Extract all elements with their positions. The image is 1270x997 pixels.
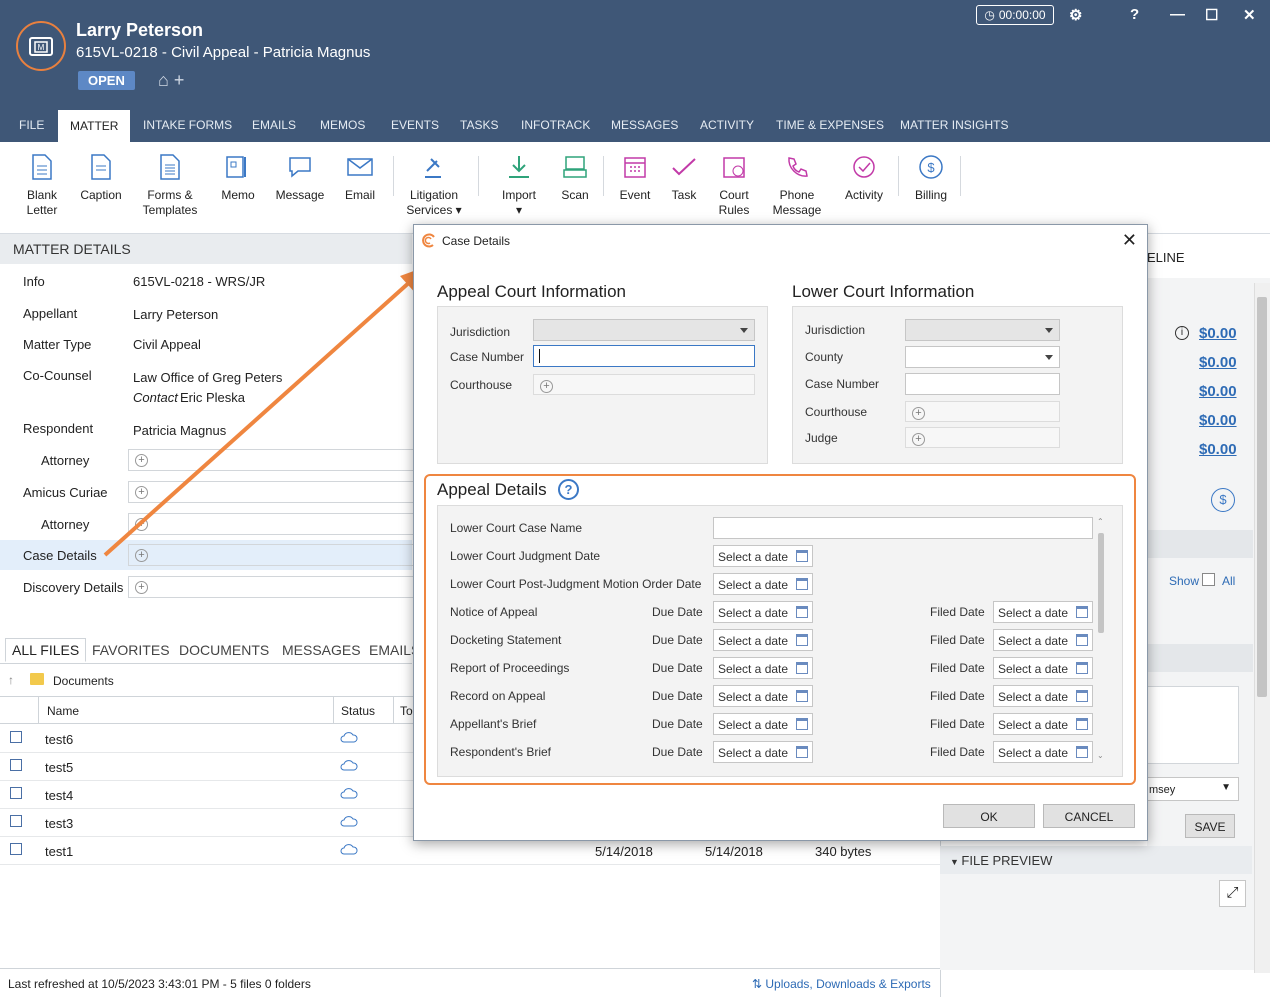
filed-date-picker[interactable]: Select a date	[993, 629, 1093, 651]
due-date-label: Due Date	[652, 605, 703, 619]
filed-date-label: Filed Date	[930, 633, 985, 647]
date-placeholder: Select a date	[718, 690, 789, 704]
due-date-label: Due Date	[652, 633, 703, 647]
scroll-down-icon[interactable]: ⌄	[1097, 751, 1104, 760]
record-on-appeal-label: Record on Appeal	[450, 689, 546, 703]
appeal-details-scrollbar[interactable]: ⌃ ⌄	[1095, 517, 1107, 765]
date-placeholder: Select a date	[998, 606, 1069, 620]
due-date-label: Due Date	[652, 717, 703, 731]
filed-date-label: Filed Date	[930, 745, 985, 759]
post-judgment-date-picker[interactable]: Select a date	[713, 573, 813, 595]
scrollbar-thumb[interactable]	[1098, 533, 1104, 633]
due-date-picker[interactable]: Select a date	[713, 685, 813, 707]
filed-date-picker[interactable]: Select a date	[993, 601, 1093, 623]
dialog-title: Case Details	[442, 234, 511, 248]
due-date-picker[interactable]: Select a date	[713, 601, 813, 623]
date-placeholder: Select a date	[718, 662, 789, 676]
lower-case-number-label: Case Number	[805, 377, 880, 391]
date-placeholder: Select a date	[998, 662, 1069, 676]
scroll-up-icon[interactable]: ⌃	[1097, 517, 1104, 526]
filed-date-picker[interactable]: Select a date	[993, 685, 1093, 707]
calendar-icon	[1076, 746, 1088, 758]
judge-label: Judge	[805, 431, 838, 445]
respondents-brief-label: Respondent's Brief	[450, 745, 552, 759]
filed-date-label: Filed Date	[930, 717, 985, 731]
filed-date-picker[interactable]: Select a date	[993, 741, 1093, 763]
help-icon[interactable]: ?	[558, 479, 579, 500]
calendar-icon	[796, 550, 808, 562]
calendar-icon	[1076, 718, 1088, 730]
docketing-statement-label: Docketing Statement	[450, 633, 562, 647]
cancel-button[interactable]: CANCEL	[1043, 804, 1135, 828]
appeal-courthouse-label: Courthouse	[450, 378, 513, 392]
lower-case-number-input[interactable]	[905, 373, 1060, 395]
notice-of-appeal-label: Notice of Appeal	[450, 605, 538, 619]
text-cursor	[539, 349, 540, 363]
calendar-icon	[796, 746, 808, 758]
appeal-jurisdiction-label: Jurisdiction	[450, 325, 511, 339]
due-date-picker[interactable]: Select a date	[713, 629, 813, 651]
close-icon[interactable]: ✕	[1122, 230, 1137, 251]
lower-judgment-date-picker[interactable]: Select a date	[713, 545, 813, 567]
appeal-case-number-label: Case Number	[450, 350, 525, 364]
filed-date-label: Filed Date	[930, 605, 985, 619]
add-icon: +	[912, 433, 925, 446]
lower-court-title: Lower Court Information	[792, 282, 975, 301]
appeal-case-number-input[interactable]	[533, 345, 755, 367]
filed-date-label: Filed Date	[930, 661, 985, 675]
date-placeholder: Select a date	[718, 718, 789, 732]
due-date-picker[interactable]: Select a date	[713, 657, 813, 679]
filed-date-picker[interactable]: Select a date	[993, 713, 1093, 735]
date-placeholder: Select a date	[998, 746, 1069, 760]
report-of-proceedings-label: Report of Proceedings	[450, 661, 570, 675]
calendar-icon	[796, 578, 808, 590]
calendar-icon	[796, 718, 808, 730]
calendar-icon	[1076, 662, 1088, 674]
appeal-court-title: Appeal Court Information	[437, 282, 626, 301]
date-placeholder: Select a date	[998, 634, 1069, 648]
calendar-icon	[1076, 606, 1088, 618]
lower-case-name-label: Lower Court Case Name	[450, 521, 583, 535]
post-judgment-label: Lower Court Post-Judgment Motion Order D…	[450, 577, 702, 591]
date-placeholder: Select a date	[998, 690, 1069, 704]
lower-jurisdiction-label: Jurisdiction	[805, 323, 866, 337]
lower-courthouse-label: Courthouse	[805, 405, 868, 419]
appeal-details-title: Appeal Details	[437, 480, 547, 499]
lower-jurisdiction-select[interactable]	[905, 319, 1060, 341]
add-icon: +	[912, 407, 925, 420]
calendar-icon	[796, 606, 808, 618]
app-logo-icon	[422, 233, 435, 248]
lower-courthouse-field[interactable]: +	[905, 401, 1060, 422]
add-icon: +	[540, 380, 553, 393]
date-placeholder: Select a date	[718, 746, 789, 760]
filed-date-label: Filed Date	[930, 689, 985, 703]
calendar-icon	[796, 690, 808, 702]
calendar-icon	[1076, 690, 1088, 702]
lower-case-name-input[interactable]	[713, 517, 1093, 539]
due-date-label: Due Date	[652, 661, 703, 675]
date-placeholder: Select a date	[718, 606, 789, 620]
calendar-icon	[796, 662, 808, 674]
ok-button[interactable]: OK	[943, 804, 1035, 828]
calendar-icon	[796, 634, 808, 646]
date-placeholder: Select a date	[718, 550, 789, 564]
appellants-brief-label: Appellant's Brief	[450, 717, 537, 731]
date-placeholder: Select a date	[998, 718, 1069, 732]
appeal-courthouse-field[interactable]: +	[533, 374, 755, 395]
due-date-label: Due Date	[652, 689, 703, 703]
judge-field[interactable]: +	[905, 427, 1060, 448]
date-placeholder: Select a date	[718, 634, 789, 648]
due-date-picker[interactable]: Select a date	[713, 741, 813, 763]
due-date-label: Due Date	[652, 745, 703, 759]
lower-judgment-date-label: Lower Court Judgment Date	[450, 549, 601, 563]
calendar-icon	[1076, 634, 1088, 646]
appeal-jurisdiction-select[interactable]	[533, 319, 755, 341]
date-placeholder: Select a date	[718, 578, 789, 592]
due-date-picker[interactable]: Select a date	[713, 713, 813, 735]
filed-date-picker[interactable]: Select a date	[993, 657, 1093, 679]
county-select[interactable]	[905, 346, 1060, 368]
county-label: County	[805, 350, 844, 364]
